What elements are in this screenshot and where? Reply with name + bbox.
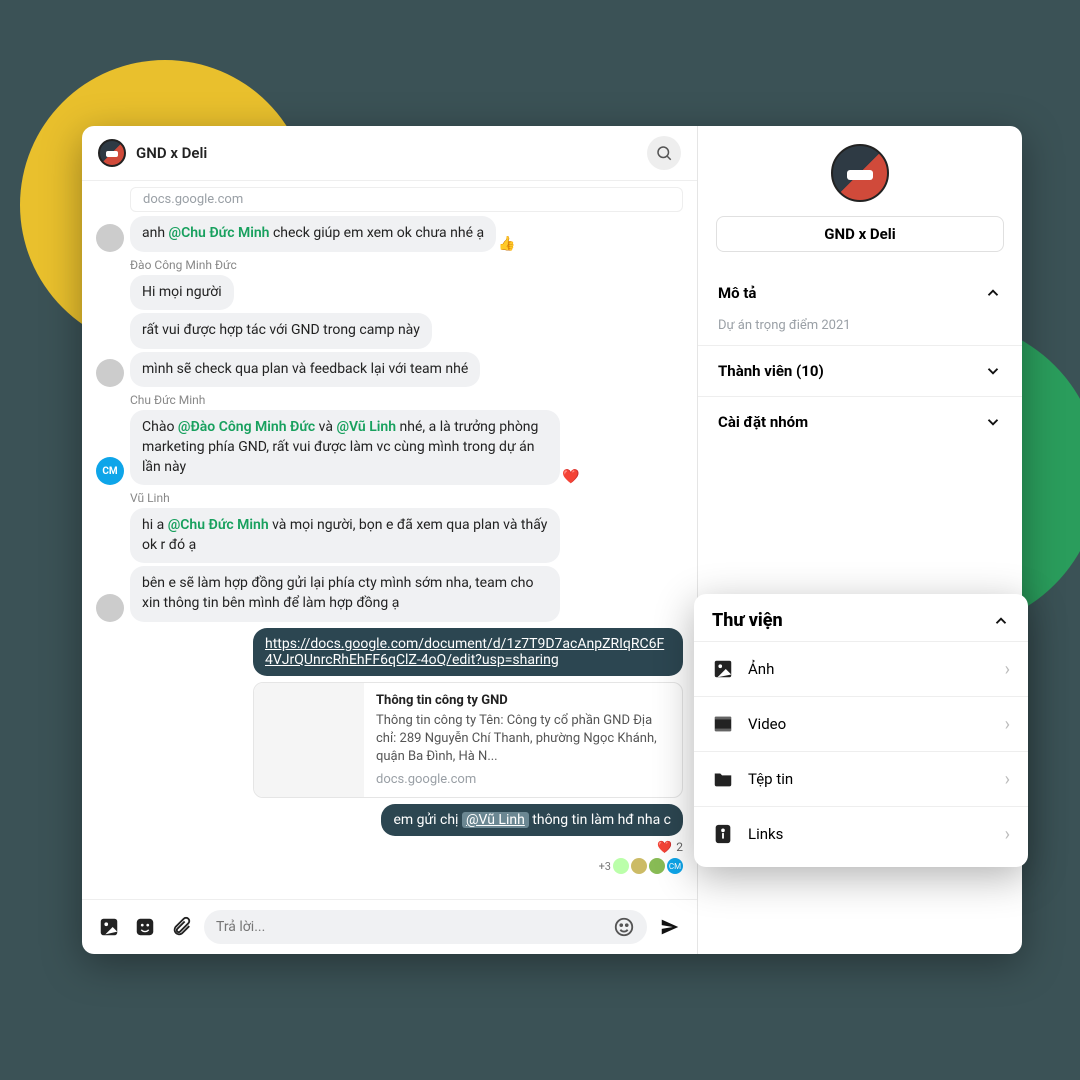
description-text: Dự án trọng điểm 2021 <box>698 318 1022 345</box>
paperclip-icon <box>170 916 192 938</box>
message-text: và <box>315 419 336 435</box>
message-bubble-own[interactable]: https://docs.google.com/document/d/1z7T9… <box>253 628 683 676</box>
chevron-right-icon: › <box>1005 659 1010 680</box>
send-icon <box>659 916 681 938</box>
message-bubble[interactable]: hi a @Chu Đức Minh và mọi người, bọn e đ… <box>130 508 560 563</box>
card-source: docs.google.com <box>376 772 670 787</box>
composer <box>82 899 697 954</box>
library-item-label: Ảnh <box>748 660 1005 678</box>
library-item-images[interactable]: Ảnh › <box>694 641 1028 696</box>
card-thumb <box>254 683 364 798</box>
library-card: Thư viện Ảnh › Video › Tệp tin › Links › <box>694 594 1028 867</box>
message-text: check giúp em xem ok chưa nhé ạ <box>270 225 485 241</box>
section-members[interactable]: Thành viên (10) <box>698 345 1022 396</box>
reaction-heart-icon: ❤️ <box>657 840 672 854</box>
outgoing-group: https://docs.google.com/document/d/1z7T9… <box>96 628 683 875</box>
mention[interactable]: @Vũ Linh <box>462 812 529 828</box>
attach-image-button[interactable] <box>96 914 122 940</box>
message-text: anh <box>142 225 169 241</box>
group-avatar-icon <box>98 139 126 167</box>
image-icon <box>712 658 734 680</box>
attach-file-button[interactable] <box>168 914 194 940</box>
message-bubble[interactable]: Hi mọi người <box>130 275 234 311</box>
message-bubble[interactable]: mình sẽ check qua plan và feedback lại v… <box>130 352 480 388</box>
chevron-down-icon <box>984 413 1002 431</box>
seen-more: +3 <box>599 860 611 873</box>
send-button[interactable] <box>657 914 683 940</box>
seen-avatar <box>613 858 629 874</box>
group-name[interactable]: GND x Deli <box>716 216 1004 252</box>
chevron-right-icon: › <box>1005 714 1010 735</box>
message-text: em gửi chị <box>393 812 462 828</box>
search-icon <box>655 144 673 162</box>
library-item-label: Tệp tin <box>748 770 1005 788</box>
message-row: anh @Chu Đức Minh check giúp em xem ok c… <box>96 216 683 252</box>
avatar[interactable] <box>96 594 124 622</box>
reply-input-wrap[interactable] <box>204 910 647 944</box>
card-title: Thông tin công ty GND <box>376 693 670 708</box>
app-window: GND x Deli docs.google.com anh @Chu Đức … <box>82 126 1022 954</box>
sender-name: Đào Công Minh Đức <box>130 258 683 272</box>
reaction-counter[interactable]: ❤️ 2 <box>657 840 683 854</box>
link-card[interactable]: Thông tin công ty GND Thông tin công ty … <box>253 682 683 799</box>
reaction-heart[interactable]: ❤️ <box>562 469 579 485</box>
message-text: Chào <box>142 419 178 435</box>
avatar[interactable]: CM <box>96 457 124 485</box>
message-text: hi a <box>142 517 168 533</box>
message-bubble[interactable]: anh @Chu Đức Minh check giúp em xem ok c… <box>130 216 496 252</box>
folder-icon <box>712 768 734 790</box>
chevron-right-icon: › <box>1005 824 1010 845</box>
message-bubble[interactable]: bên e sẽ làm hợp đồng gửi lại phía cty m… <box>130 566 560 621</box>
avatar[interactable] <box>96 224 124 252</box>
section-description[interactable]: Mô tả <box>698 268 1022 318</box>
card-desc: Thông tin công ty Tên: Công ty cổ phần G… <box>376 712 670 767</box>
group-avatar-large[interactable] <box>831 144 889 202</box>
sticker-button[interactable] <box>132 914 158 940</box>
library-title: Thư viện <box>712 610 783 631</box>
shared-link[interactable]: https://docs.google.com/document/d/1z7T9… <box>265 636 664 668</box>
image-icon <box>98 916 120 938</box>
chevron-up-icon <box>992 612 1010 630</box>
mention[interactable]: @Đào Công Minh Đức <box>178 419 315 435</box>
seen-avatar <box>649 858 665 874</box>
mention[interactable]: @Chu Đức Minh <box>168 517 269 533</box>
emoji-icon[interactable] <box>613 916 635 938</box>
sender-name: Chu Đức Minh <box>130 393 683 407</box>
chevron-up-icon <box>984 284 1002 302</box>
mention[interactable]: @Vũ Linh <box>336 419 396 435</box>
message-list[interactable]: docs.google.com anh @Chu Đức Minh check … <box>82 181 697 899</box>
message-text: thông tin làm hđ nha c <box>529 812 671 828</box>
chat-header: GND x Deli <box>82 126 697 181</box>
reply-input[interactable] <box>216 919 613 935</box>
avatar[interactable] <box>96 359 124 387</box>
library-item-video[interactable]: Video › <box>694 696 1028 751</box>
seen-avatar <box>631 858 647 874</box>
search-button[interactable] <box>647 136 681 170</box>
link-icon <box>712 823 734 845</box>
library-item-files[interactable]: Tệp tin › <box>694 751 1028 806</box>
sender-name: Vũ Linh <box>130 491 683 505</box>
video-icon <box>712 713 734 735</box>
section-title: Cài đặt nhóm <box>718 413 808 431</box>
section-group-settings[interactable]: Cài đặt nhóm <box>698 396 1022 447</box>
seen-avatar: CM <box>667 858 683 874</box>
chevron-right-icon: › <box>1005 769 1010 790</box>
message-bubble[interactable]: Chào @Đào Công Minh Đức và @Vũ Linh nhé,… <box>130 410 560 485</box>
reaction-thumbsup[interactable]: 👍 <box>498 236 515 252</box>
library-item-links[interactable]: Links › <box>694 806 1028 861</box>
sticker-icon <box>134 916 156 938</box>
seen-by[interactable]: +3 CM <box>599 858 683 874</box>
message-bubble-own[interactable]: em gửi chị @Vũ Linh thông tin làm hđ nha… <box>381 804 683 836</box>
library-item-label: Links <box>748 825 1005 843</box>
mention[interactable]: @Chu Đức Minh <box>169 225 270 241</box>
reaction-count: 2 <box>676 840 683 854</box>
link-preview-source[interactable]: docs.google.com <box>130 187 683 212</box>
library-item-label: Video <box>748 715 1005 733</box>
section-title: Mô tả <box>718 284 756 302</box>
chat-title: GND x Deli <box>136 144 647 162</box>
chevron-down-icon <box>984 362 1002 380</box>
section-title: Thành viên (10) <box>718 362 824 380</box>
chat-column: GND x Deli docs.google.com anh @Chu Đức … <box>82 126 698 954</box>
message-bubble[interactable]: rất vui được hợp tác với GND trong camp … <box>130 313 432 349</box>
